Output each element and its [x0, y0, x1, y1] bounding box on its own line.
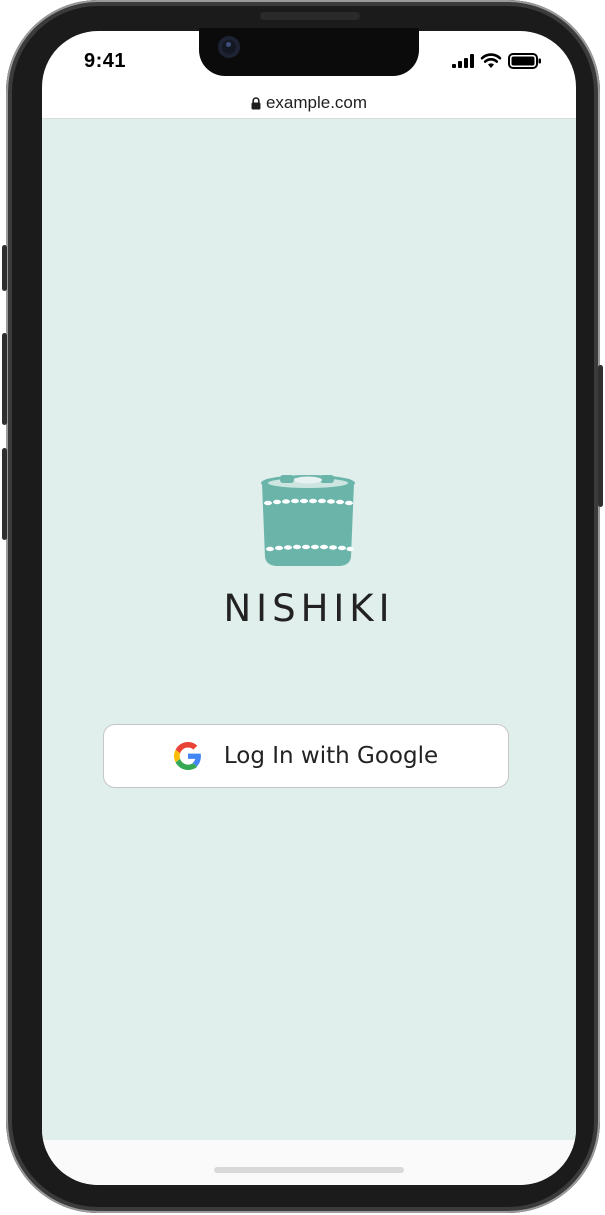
- home-indicator[interactable]: [214, 1167, 404, 1173]
- google-login-button[interactable]: Log In with Google: [103, 724, 509, 788]
- sushi-tub-icon: [261, 475, 355, 566]
- url-text: example.com: [265, 93, 368, 112]
- volume-down-button: [2, 448, 7, 540]
- login-page: NISHIKI Log In with Google: [42, 119, 576, 1140]
- mute-switch: [2, 245, 7, 291]
- cellular-signal-icon: [452, 54, 474, 68]
- screen: 9:41 example.com NISHIKI Log In with Goo…: [42, 31, 576, 1185]
- lock-icon: [251, 96, 261, 109]
- status-time: 9:41: [84, 50, 127, 72]
- front-camera: [218, 36, 240, 58]
- battery-icon: [508, 53, 541, 69]
- phone-frame: 9:41 example.com NISHIKI Log In with Goo…: [2, 0, 603, 1213]
- browser-bottom-bar: [42, 1140, 576, 1185]
- volume-up-button: [2, 333, 7, 425]
- brand-name: NISHIKI: [223, 587, 395, 630]
- google-g-icon: [173, 742, 201, 770]
- power-button: [598, 365, 603, 507]
- address-bar[interactable]: example.com: [42, 89, 576, 117]
- google-login-label: Log In with Google: [223, 743, 439, 769]
- status-icons: [452, 53, 542, 69]
- speaker-grille: [260, 12, 360, 20]
- wifi-icon: [480, 53, 502, 68]
